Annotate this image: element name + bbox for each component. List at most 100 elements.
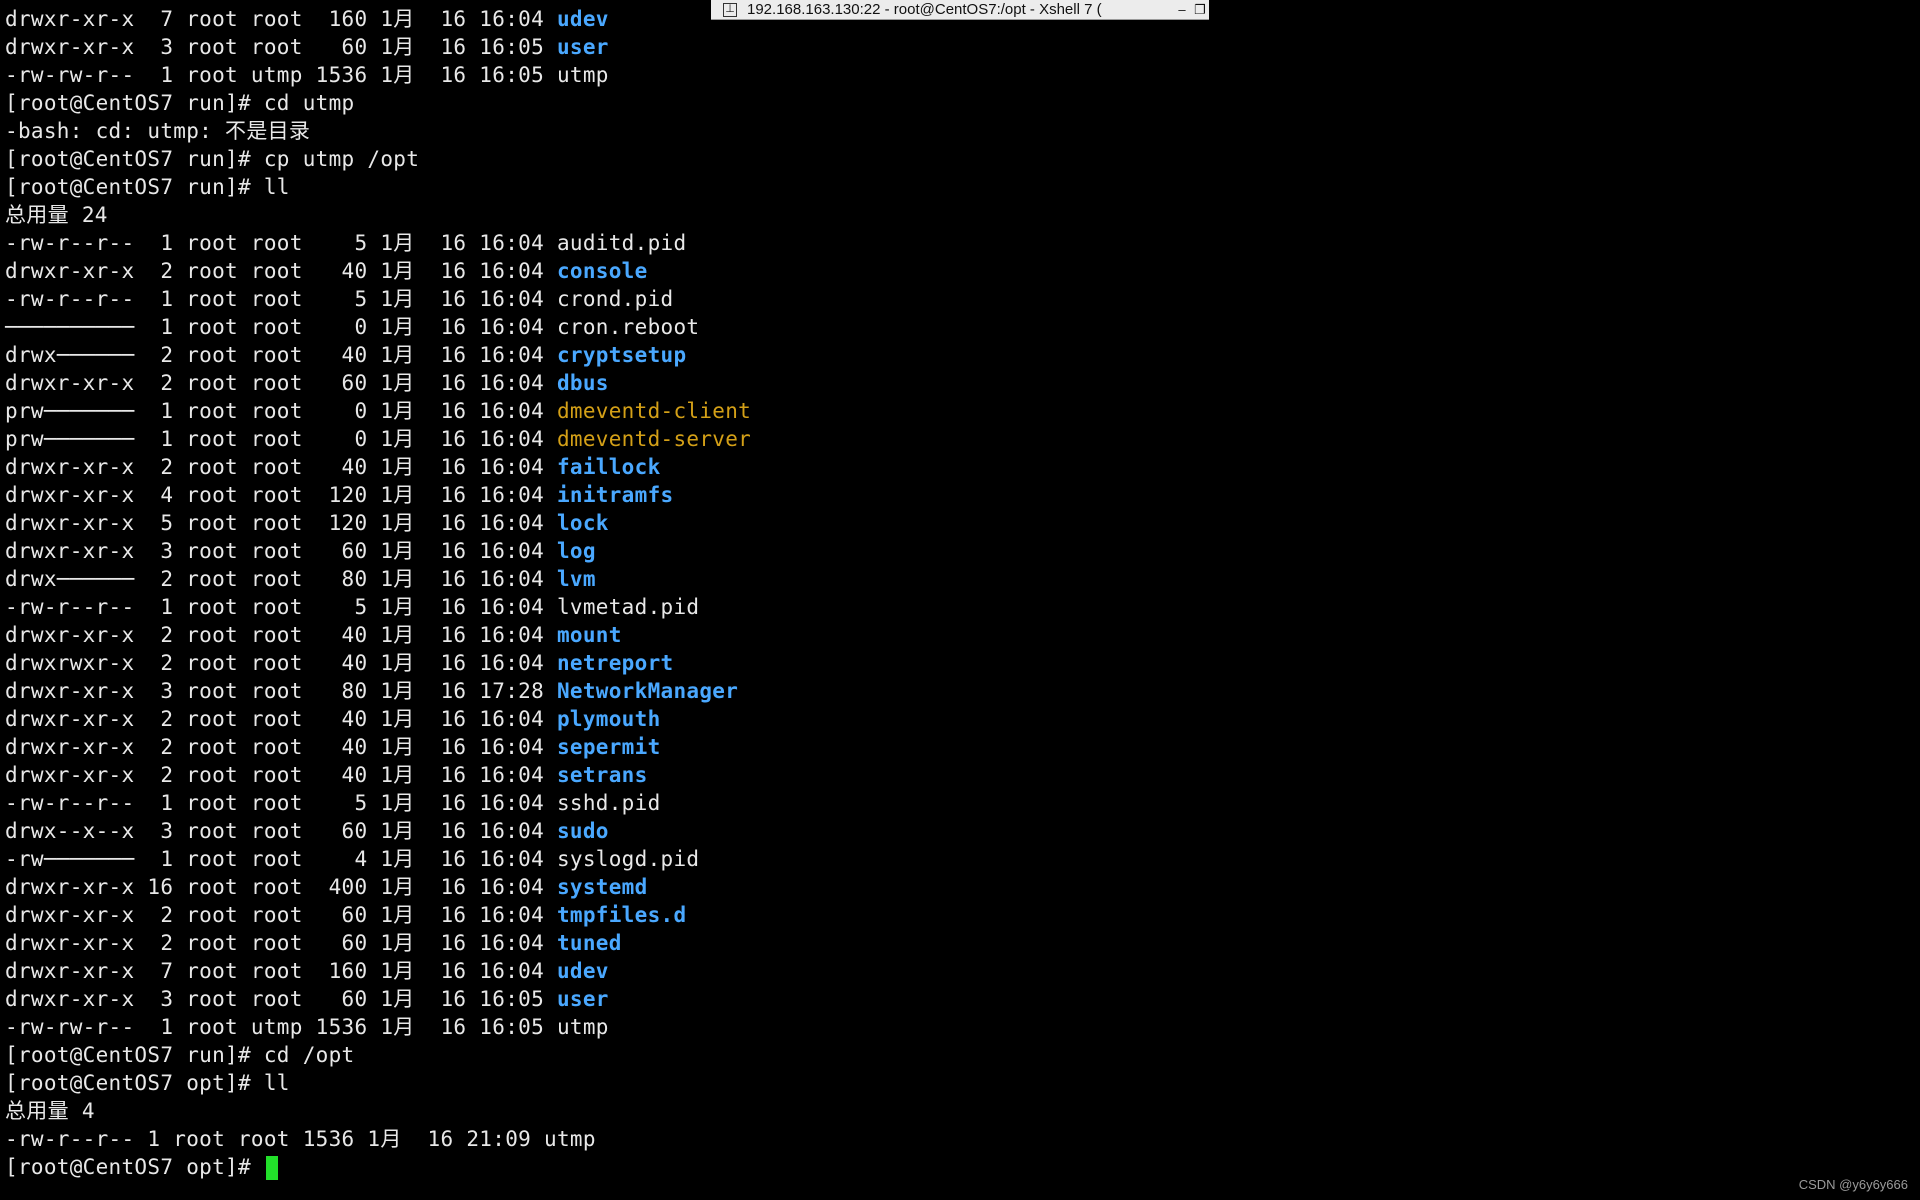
- terminal-line: drwxr-xr-x 2 root root 40 1月 16 16:04 se…: [5, 761, 751, 789]
- terminal-line: prw─────── 1 root root 0 1月 16 16:04 dme…: [5, 397, 751, 425]
- terminal-text: -rw-r--r-- 1 root root 5 1月 16 16:04 cro…: [5, 287, 674, 311]
- terminal-line: drwxr-xr-x 2 root root 40 1月 16 16:04 fa…: [5, 453, 751, 481]
- terminal-line: drwxr-xr-x 2 root root 60 1月 16 16:04 tm…: [5, 901, 751, 929]
- terminal-line: ────────── 1 root root 0 1月 16 16:04 cro…: [5, 313, 751, 341]
- terminal-line: drwxr-xr-x 2 root root 40 1月 16 16:04 co…: [5, 257, 751, 285]
- terminal-text: [root@CentOS7 run]# cp utmp /opt: [5, 147, 420, 171]
- terminal-line: [root@CentOS7 run]# cd /opt: [5, 1041, 751, 1069]
- terminal-text: drwxr-xr-x 2 root root 60 1月 16 16:04: [5, 371, 557, 395]
- directory-name: lvm: [556, 567, 596, 591]
- terminal-line: drwxr-xr-x 4 root root 120 1月 16 16:04 i…: [5, 481, 751, 509]
- terminal-text: drwxr-xr-x 3 root root 60 1月 16 16:04: [5, 539, 557, 563]
- directory-name: sepermit: [556, 735, 661, 759]
- terminal-line: drwxr-xr-x 3 root root 80 1月 16 17:28 Ne…: [5, 677, 751, 705]
- terminal-text: prw─────── 1 root root 0 1月 16 16:04: [5, 427, 557, 451]
- minimize-button[interactable]: –: [1173, 2, 1191, 17]
- directory-name: NetworkManager: [556, 679, 739, 703]
- fifo-name: dmeventd-server: [556, 427, 752, 451]
- terminal-line: [root@CentOS7 opt]#: [5, 1153, 751, 1181]
- terminal-text: drwxr-xr-x 2 root root 40 1月 16 16:04: [5, 259, 557, 283]
- pin-icon[interactable]: ⊥: [723, 2, 737, 17]
- terminal-text: drwxrwxr-x 2 root root 40 1月 16 16:04: [5, 651, 557, 675]
- terminal-line: [root@CentOS7 run]# ll: [5, 173, 751, 201]
- terminal-text: -rw-r--r-- 1 root root 1536 1月 16 21:09 …: [5, 1127, 596, 1151]
- watermark: CSDN @y6y6y666: [1798, 1177, 1908, 1192]
- terminal-line: [root@CentOS7 opt]# ll: [5, 1069, 751, 1097]
- directory-name: log: [556, 539, 596, 563]
- terminal-line: drwxr-xr-x 16 root root 400 1月 16 16:04 …: [5, 873, 751, 901]
- terminal-line: -rw-rw-r-- 1 root utmp 1536 1月 16 16:05 …: [5, 1013, 751, 1041]
- terminal-text: [root@CentOS7 run]# ll: [5, 175, 290, 199]
- directory-name: tuned: [556, 931, 622, 955]
- directory-name: setrans: [556, 763, 648, 787]
- terminal-line: 总用量 4: [5, 1097, 751, 1125]
- terminal-window[interactable]: drwxr-xr-x 7 root root 160 1月 16 16:04 u…: [0, 0, 1920, 1200]
- terminal-line: -rw-r--r-- 1 root root 5 1月 16 16:04 aud…: [5, 229, 751, 257]
- terminal-text: drwxr-xr-x 7 root root 160 1月 16 16:04: [5, 7, 557, 31]
- terminal-line: drwxr-xr-x 7 root root 160 1月 16 16:04 u…: [5, 5, 751, 33]
- directory-name: user: [556, 987, 609, 1011]
- terminal-line: -rw-r--r-- 1 root root 5 1月 16 16:04 ssh…: [5, 789, 751, 817]
- terminal-line: drwx--x--x 3 root root 60 1月 16 16:04 su…: [5, 817, 751, 845]
- terminal-text: drwxr-xr-x 5 root root 120 1月 16 16:04: [5, 511, 557, 535]
- terminal-line: -bash: cd: utmp: 不是目录: [5, 117, 751, 145]
- terminal-line: [root@CentOS7 run]# cd utmp: [5, 89, 751, 117]
- terminal-line: drwxr-xr-x 2 root root 60 1月 16 16:04 tu…: [5, 929, 751, 957]
- terminal-text: prw─────── 1 root root 0 1月 16 16:04: [5, 399, 557, 423]
- directory-name: user: [556, 35, 609, 59]
- terminal-line: -rw-rw-r-- 1 root utmp 1536 1月 16 16:05 …: [5, 61, 751, 89]
- terminal-text: drwxr-xr-x 7 root root 160 1月 16 16:04: [5, 959, 557, 983]
- text-cursor: [265, 1156, 278, 1180]
- terminal-text: drwxr-xr-x 3 root root 60 1月 16 16:05: [5, 35, 557, 59]
- terminal-line: drwxr-xr-x 2 root root 40 1月 16 16:04 mo…: [5, 621, 751, 649]
- terminal-text: drwx────── 2 root root 80 1月 16 16:04: [5, 567, 557, 591]
- terminal-text: drwxr-xr-x 16 root root 400 1月 16 16:04: [5, 875, 557, 899]
- window-titlebar[interactable]: ⊥ 192.168.163.130:22 - root@CentOS7:/opt…: [711, 0, 1209, 20]
- terminal-text: drwxr-xr-x 2 root root 60 1月 16 16:04: [5, 903, 557, 927]
- directory-name: plymouth: [556, 707, 661, 731]
- terminal-text: -rw-rw-r-- 1 root utmp 1536 1月 16 16:05 …: [5, 1015, 609, 1039]
- terminal-text: drwxr-xr-x 3 root root 80 1月 16 17:28: [5, 679, 557, 703]
- terminal-text: -rw-r--r-- 1 root root 5 1月 16 16:04 ssh…: [5, 791, 661, 815]
- terminal-text: drwxr-xr-x 2 root root 60 1月 16 16:04: [5, 931, 557, 955]
- terminal-text: -rw-rw-r-- 1 root utmp 1536 1月 16 16:05 …: [5, 63, 609, 87]
- terminal-text: -bash: cd: utmp: 不是目录: [5, 119, 311, 143]
- terminal-output: drwxr-xr-x 7 root root 160 1月 16 16:04 u…: [5, 5, 751, 1181]
- terminal-text: -rw-r--r-- 1 root root 5 1月 16 16:04 lvm…: [5, 595, 700, 619]
- directory-name: sudo: [556, 819, 609, 843]
- terminal-text: drwx--x--x 3 root root 60 1月 16 16:04: [5, 819, 557, 843]
- terminal-text: ────────── 1 root root 0 1月 16 16:04 cro…: [5, 315, 700, 339]
- terminal-text: [root@CentOS7 opt]# ll: [5, 1071, 290, 1095]
- window-title: 192.168.163.130:22 - root@CentOS7:/opt -…: [747, 1, 1102, 18]
- directory-name: faillock: [556, 455, 661, 479]
- terminal-text: drwxr-xr-x 4 root root 120 1月 16 16:04: [5, 483, 557, 507]
- directory-name: tmpfiles.d: [556, 903, 687, 927]
- terminal-line: drwx────── 2 root root 80 1月 16 16:04 lv…: [5, 565, 751, 593]
- directory-name: cryptsetup: [556, 343, 687, 367]
- terminal-line: drwxr-xr-x 3 root root 60 1月 16 16:05 us…: [5, 985, 751, 1013]
- terminal-line: drwx────── 2 root root 40 1月 16 16:04 cr…: [5, 341, 751, 369]
- terminal-line: prw─────── 1 root root 0 1月 16 16:04 dme…: [5, 425, 751, 453]
- terminal-text: drwx────── 2 root root 40 1月 16 16:04: [5, 343, 557, 367]
- directory-name: systemd: [556, 875, 648, 899]
- terminal-text: [root@CentOS7 run]# cd /opt: [5, 1043, 355, 1067]
- terminal-line: -rw-r--r-- 1 root root 5 1月 16 16:04 cro…: [5, 285, 751, 313]
- terminal-text: [root@CentOS7 run]# cd utmp: [5, 91, 355, 115]
- directory-name: dbus: [556, 371, 609, 395]
- terminal-text: -rw-r--r-- 1 root root 5 1月 16 16:04 aud…: [5, 231, 687, 255]
- terminal-line: drwxr-xr-x 2 root root 60 1月 16 16:04 db…: [5, 369, 751, 397]
- fifo-name: dmeventd-client: [556, 399, 752, 423]
- directory-name: udev: [556, 7, 609, 31]
- terminal-line: drwxr-xr-x 7 root root 160 1月 16 16:04 u…: [5, 957, 751, 985]
- terminal-line: [root@CentOS7 run]# cp utmp /opt: [5, 145, 751, 173]
- terminal-text: drwxr-xr-x 2 root root 40 1月 16 16:04: [5, 623, 557, 647]
- terminal-line: -rw─────── 1 root root 4 1月 16 16:04 sys…: [5, 845, 751, 873]
- terminal-line: -rw-r--r-- 1 root root 5 1月 16 16:04 lvm…: [5, 593, 751, 621]
- restore-button[interactable]: ❐: [1191, 2, 1209, 18]
- terminal-text: 总用量 4: [5, 1099, 95, 1123]
- terminal-line: drwxr-xr-x 3 root root 60 1月 16 16:04 lo…: [5, 537, 751, 565]
- terminal-text: [root@CentOS7 opt]#: [5, 1155, 264, 1179]
- directory-name: mount: [556, 623, 622, 647]
- terminal-line: 总用量 24: [5, 201, 751, 229]
- terminal-text: drwxr-xr-x 3 root root 60 1月 16 16:05: [5, 987, 557, 1011]
